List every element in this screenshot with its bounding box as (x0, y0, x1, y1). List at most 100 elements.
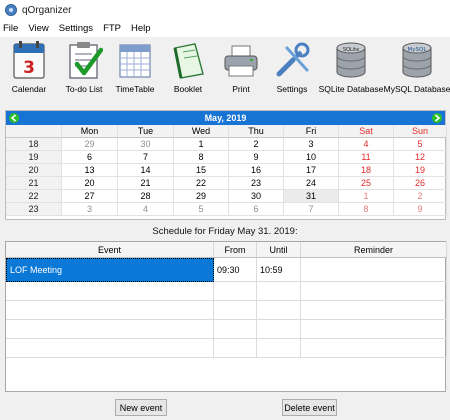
day-cell[interactable]: 2 (394, 190, 447, 203)
menu-settings[interactable]: Settings (54, 23, 98, 34)
event-until-cell[interactable] (257, 339, 301, 358)
event-until-cell[interactable]: 10:59 (257, 258, 301, 282)
day-cell[interactable]: 1 (339, 190, 394, 203)
day-cell[interactable]: 8 (174, 151, 229, 164)
day-cell[interactable]: 18 (339, 164, 394, 177)
day-cell[interactable]: 15 (174, 164, 229, 177)
event-from-cell[interactable] (214, 282, 257, 301)
toolbar-mysql-label: MySQL Database (383, 84, 450, 94)
day-cell[interactable]: 21 (118, 177, 174, 190)
next-month-button[interactable] (432, 113, 442, 123)
event-reminder-cell[interactable] (301, 301, 447, 320)
day-cell[interactable]: 2 (229, 138, 284, 151)
day-cell[interactable]: 9 (394, 203, 447, 216)
new-event-button[interactable]: New event (115, 399, 167, 416)
toolbar-print-button[interactable]: Print (216, 37, 266, 97)
weekday-header: Sun (394, 125, 447, 138)
day-cell[interactable]: 24 (284, 177, 339, 190)
day-cell[interactable]: 27 (62, 190, 118, 203)
event-name-cell[interactable] (6, 282, 214, 301)
day-cell[interactable]: 6 (229, 203, 284, 216)
day-cell[interactable]: 22 (174, 177, 229, 190)
day-cell[interactable]: 29 (62, 138, 118, 151)
column-header-reminder[interactable]: Reminder (301, 242, 447, 258)
event-from-cell[interactable]: 09:30 (214, 258, 257, 282)
column-header-from[interactable]: From (214, 242, 257, 258)
day-cell[interactable]: 1 (174, 138, 229, 151)
calendar-month-label: May, 2019 (204, 113, 247, 123)
day-cell[interactable]: 5 (394, 138, 447, 151)
day-cell[interactable]: 23 (229, 177, 284, 190)
calendar-icon: 3 (13, 41, 45, 79)
event-name-cell[interactable] (6, 320, 214, 339)
arrow-left-icon (10, 114, 17, 122)
event-name-cell[interactable]: LOF Meeting (6, 258, 214, 282)
arrow-right-icon (434, 114, 441, 122)
day-cell[interactable]: 13 (62, 164, 118, 177)
toolbar-calendar-button[interactable]: 3 Calendar (0, 37, 58, 97)
day-cell[interactable]: 12 (394, 151, 447, 164)
toolbar-todo-button[interactable]: To-do List (58, 37, 110, 97)
prev-month-button[interactable] (9, 113, 19, 123)
week-number: 21 (6, 177, 62, 190)
day-cell[interactable]: 25 (339, 177, 394, 190)
toolbar-sqlite-button[interactable]: SQLite SQLite Database (318, 37, 384, 97)
calendar-header: May, 2019 (6, 111, 445, 125)
event-until-cell[interactable] (257, 320, 301, 339)
calendar-grid: Mon Tue Wed Thu Fri Sat Sun 18 29 30 1 2 3 4 5 19 6 7 8 9 10… (6, 125, 447, 216)
day-cell[interactable]: 26 (394, 177, 447, 190)
day-cell[interactable]: 5 (174, 203, 229, 216)
day-cell[interactable]: 16 (229, 164, 284, 177)
day-cell[interactable]: 11 (339, 151, 394, 164)
day-cell[interactable]: 30 (229, 190, 284, 203)
event-until-cell[interactable] (257, 301, 301, 320)
event-name-cell[interactable] (6, 301, 214, 320)
event-reminder-cell[interactable] (301, 339, 447, 358)
booklet-icon (173, 43, 204, 79)
week-number: 19 (6, 151, 62, 164)
menu-ftp[interactable]: FTP (98, 23, 126, 34)
event-until-cell[interactable] (257, 282, 301, 301)
event-from-cell[interactable] (214, 339, 257, 358)
day-cell[interactable]: 19 (394, 164, 447, 177)
day-cell[interactable]: 9 (229, 151, 284, 164)
event-reminder-cell[interactable] (301, 282, 447, 301)
day-cell[interactable]: 31 (284, 190, 339, 203)
day-cell[interactable]: 8 (339, 203, 394, 216)
events-grid: Event From Until Reminder LOF Meeting 09:… (6, 242, 447, 358)
event-reminder-cell[interactable] (301, 258, 447, 282)
weekday-header: Thu (229, 125, 284, 138)
column-header-event[interactable]: Event (6, 242, 214, 258)
toolbar-timetable-button[interactable]: TimeTable (110, 37, 160, 97)
delete-event-button[interactable]: Delete event (282, 399, 337, 416)
menu-view[interactable]: View (23, 23, 53, 34)
day-cell[interactable]: 14 (118, 164, 174, 177)
event-name-cell[interactable] (6, 339, 214, 358)
day-cell[interactable]: 3 (62, 203, 118, 216)
toolbar-mysql-button[interactable]: MySQL MySQL Database (384, 37, 450, 97)
timetable-icon (119, 44, 151, 78)
todo-list-icon (69, 42, 103, 79)
day-cell[interactable]: 6 (62, 151, 118, 164)
day-cell[interactable]: 10 (284, 151, 339, 164)
day-cell[interactable]: 4 (339, 138, 394, 151)
day-cell[interactable]: 3 (284, 138, 339, 151)
day-cell[interactable]: 29 (174, 190, 229, 203)
day-cell[interactable]: 7 (284, 203, 339, 216)
menu-help[interactable]: Help (126, 23, 156, 34)
menu-bar: File View Settings FTP Help (0, 20, 450, 37)
day-cell[interactable]: 4 (118, 203, 174, 216)
toolbar-settings-button[interactable]: Settings (266, 37, 318, 97)
event-from-cell[interactable] (214, 320, 257, 339)
week-number: 20 (6, 164, 62, 177)
day-cell[interactable]: 17 (284, 164, 339, 177)
column-header-until[interactable]: Until (257, 242, 301, 258)
menu-file[interactable]: File (0, 23, 23, 34)
day-cell[interactable]: 28 (118, 190, 174, 203)
day-cell[interactable]: 7 (118, 151, 174, 164)
day-cell[interactable]: 30 (118, 138, 174, 151)
day-cell[interactable]: 20 (62, 177, 118, 190)
event-from-cell[interactable] (214, 301, 257, 320)
event-reminder-cell[interactable] (301, 320, 447, 339)
toolbar-booklet-button[interactable]: Booklet (160, 37, 216, 97)
